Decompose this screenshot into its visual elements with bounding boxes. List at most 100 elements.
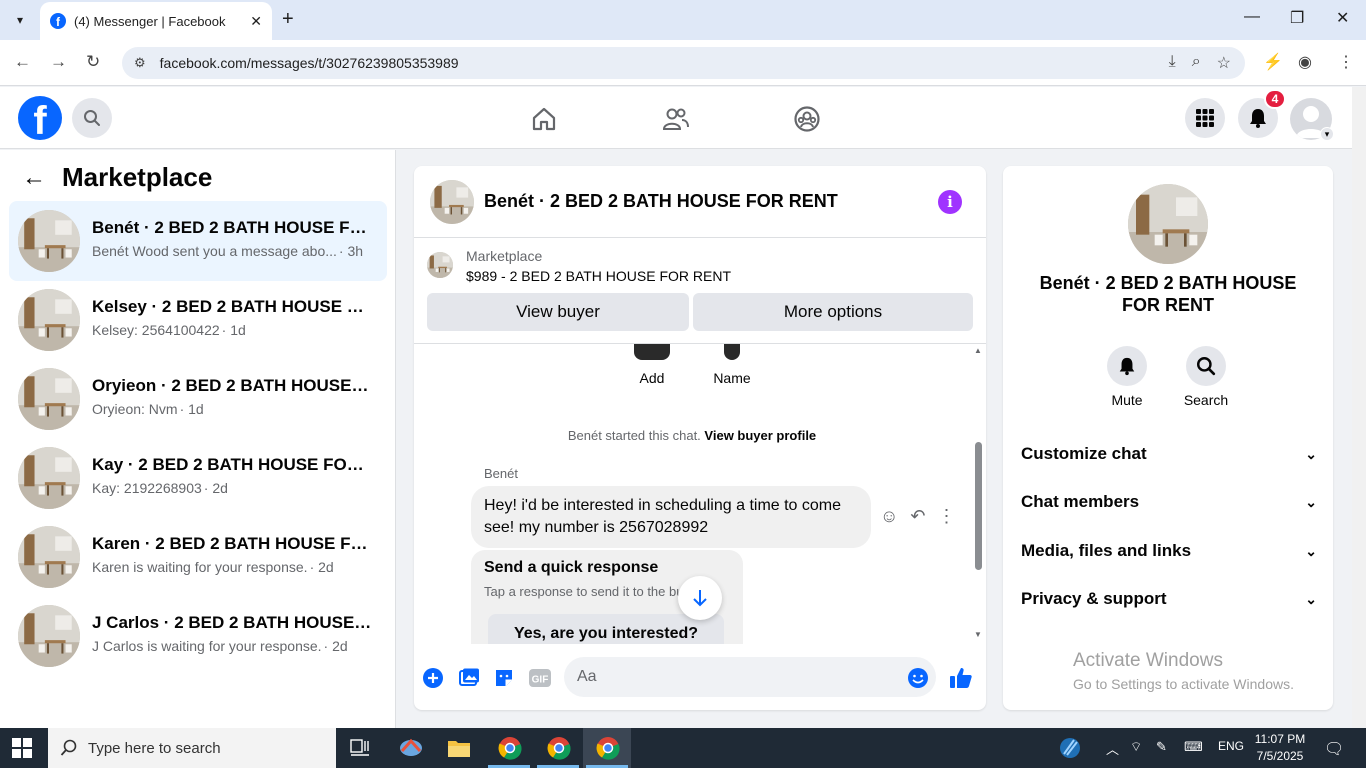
restore-icon[interactable]: ❐ bbox=[1290, 8, 1304, 28]
scroll-up-icon[interactable]: ▲ bbox=[974, 346, 982, 355]
emoji-icon[interactable] bbox=[906, 666, 930, 690]
chrome-icon[interactable] bbox=[496, 734, 524, 762]
network-icon[interactable]: ⌔ bbox=[1130, 739, 1142, 755]
listing-thumbnail[interactable] bbox=[427, 252, 453, 278]
reply-icon[interactable]: ↶ bbox=[910, 506, 925, 527]
thumbs-up-icon[interactable] bbox=[949, 666, 973, 690]
conversation-item[interactable]: Oryieon · 2 BED 2 BATH HOUSE FOR RENT Ory… bbox=[9, 359, 387, 439]
language-indicator[interactable]: ENG bbox=[1218, 739, 1244, 753]
conversation-item[interactable]: Benét · 2 BED 2 BATH HOUSE FOR RENT Benét… bbox=[9, 201, 387, 281]
back-arrow-icon[interactable]: ← bbox=[22, 164, 46, 192]
windows-taskbar: Type here to search ︿ ⌔ ✎ ⌨ ENG 11:07 PM… bbox=[0, 728, 1366, 768]
reload-icon[interactable]: ↻ bbox=[86, 52, 100, 72]
room-photo-icon bbox=[427, 252, 453, 278]
new-tab-icon[interactable]: + bbox=[282, 8, 294, 31]
chrome-profile-icon[interactable] bbox=[545, 734, 573, 762]
account-chevron-icon[interactable]: ▾ bbox=[1320, 127, 1334, 141]
home-nav-button[interactable] bbox=[528, 103, 560, 135]
forward-icon[interactable]: → bbox=[50, 52, 67, 72]
photo-icon[interactable] bbox=[457, 666, 481, 690]
message-bubble[interactable]: Hey! i'd be interested in scheduling a t… bbox=[471, 486, 871, 548]
more-icon[interactable]: ⋮ bbox=[937, 506, 955, 527]
info-icon[interactable]: i bbox=[938, 190, 962, 214]
task-view-icon[interactable] bbox=[346, 734, 374, 762]
room-photo-icon bbox=[18, 605, 80, 667]
install-app-icon[interactable]: ⤓ bbox=[1169, 53, 1176, 73]
message-input[interactable]: Aa bbox=[564, 657, 936, 697]
chrome-active-icon[interactable] bbox=[594, 734, 622, 762]
search-conversation-button[interactable]: Search bbox=[1171, 346, 1241, 408]
quick-response-option[interactable]: Yes, are you interested? bbox=[488, 614, 724, 644]
friends-nav-button[interactable] bbox=[659, 103, 691, 135]
chat-title[interactable]: Benét · 2 BED 2 BATH HOUSE FOR RENT bbox=[484, 191, 838, 212]
view-buyer-profile-link[interactable]: View buyer profile bbox=[704, 428, 816, 443]
privacy-support-row[interactable]: Privacy & support ⌄ bbox=[1021, 579, 1317, 619]
url-field[interactable]: ⚙ facebook.com/messages/t/30276239805353… bbox=[122, 47, 1245, 79]
details-avatar[interactable] bbox=[1128, 184, 1208, 264]
plus-icon[interactable] bbox=[421, 666, 445, 690]
fb-search-button[interactable] bbox=[72, 98, 112, 138]
tab-search-dropdown-icon[interactable]: ▾ bbox=[6, 6, 34, 34]
conversation-name: Oryieon · 2 BED 2 BATH HOUSE FOR RENT bbox=[92, 376, 372, 395]
add-action[interactable]: Add bbox=[612, 344, 692, 386]
chat-scrollbar[interactable]: ▲ ▼ bbox=[972, 344, 986, 644]
browser-menu-icon[interactable]: ⋮ bbox=[1338, 52, 1354, 72]
zoom-icon[interactable]: ⌕ bbox=[1192, 53, 1201, 73]
bookmark-star-icon[interactable]: ☆ bbox=[1217, 53, 1231, 73]
site-settings-icon[interactable]: ⚙ bbox=[134, 55, 146, 71]
listing-title[interactable]: $989 - 2 BED 2 BATH HOUSE FOR RENT bbox=[466, 268, 731, 284]
sender-name: Benét bbox=[484, 466, 518, 481]
browser-tab[interactable]: f (4) Messenger | Facebook ✕ bbox=[40, 2, 272, 40]
preview-text: Karen is waiting for your response. bbox=[92, 559, 308, 575]
scroll-down-icon[interactable]: ▼ bbox=[974, 630, 982, 639]
room-photo-icon bbox=[1128, 184, 1208, 264]
chat-header: Benét · 2 BED 2 BATH HOUSE FOR RENT i bbox=[414, 166, 986, 238]
keyboard-icon[interactable]: ⌨ bbox=[1184, 739, 1203, 755]
page-scrollbar[interactable] bbox=[1352, 87, 1366, 728]
tab-close-icon[interactable]: ✕ bbox=[250, 13, 262, 30]
windows-start-icon[interactable] bbox=[12, 738, 32, 763]
clock[interactable]: 11:07 PM 7/5/2025 bbox=[1248, 731, 1312, 765]
facebook-logo-icon[interactable]: f bbox=[18, 96, 62, 140]
back-icon[interactable]: ← bbox=[14, 52, 31, 72]
conversation-name: J Carlos · 2 BED 2 BATH HOUSE FOR RENT bbox=[92, 613, 372, 632]
conversation-item[interactable]: J Carlos · 2 BED 2 BATH HOUSE FOR RENT J … bbox=[9, 596, 387, 676]
minimize-icon[interactable]: — bbox=[1244, 8, 1260, 26]
scroll-down-button[interactable] bbox=[678, 576, 722, 620]
chat-scroll-thumb[interactable] bbox=[975, 442, 982, 570]
message-actions: ☺ ↶ ⋮ bbox=[880, 506, 955, 527]
more-options-button[interactable]: More options bbox=[693, 293, 973, 331]
chat-avatar[interactable] bbox=[430, 180, 474, 224]
preview-time: · 1d bbox=[179, 401, 204, 417]
app-icon[interactable] bbox=[397, 734, 425, 762]
view-buyer-button[interactable]: View buyer bbox=[427, 293, 689, 331]
conversation-item[interactable]: Kelsey · 2 BED 2 BATH HOUSE FOR RENT Kels… bbox=[9, 280, 387, 360]
conversation-item[interactable]: Karen · 2 BED 2 BATH HOUSE FOR RENT Karen… bbox=[9, 517, 387, 597]
name-action[interactable]: Name bbox=[692, 344, 772, 386]
search-label: Search bbox=[1183, 392, 1229, 408]
conversation-item[interactable]: Kay · 2 BED 2 BATH HOUSE FOR RENT Kay: 21… bbox=[9, 438, 387, 518]
profile-icon[interactable]: ◉ bbox=[1298, 52, 1312, 72]
pen-icon[interactable]: ✎ bbox=[1156, 739, 1167, 755]
extensions-icon[interactable]: ⚡ bbox=[1263, 52, 1283, 72]
window-close-icon[interactable]: ✕ bbox=[1336, 8, 1349, 28]
watermark-subtitle: Go to Settings to activate Windows. bbox=[1073, 676, 1294, 692]
search-icon bbox=[60, 739, 77, 756]
groups-nav-button[interactable] bbox=[791, 103, 823, 135]
file-explorer-icon[interactable] bbox=[445, 734, 473, 762]
customize-chat-row[interactable]: Customize chat ⌄ bbox=[1021, 434, 1317, 474]
conversation-avatar bbox=[18, 605, 80, 667]
gif-icon[interactable]: GIF bbox=[527, 666, 553, 690]
conversation-avatar bbox=[18, 210, 80, 272]
react-icon[interactable]: ☺ bbox=[880, 506, 898, 527]
sticker-icon[interactable] bbox=[492, 666, 516, 690]
cricket-app-icon[interactable] bbox=[1056, 734, 1084, 762]
show-hidden-icons[interactable]: ︿ bbox=[1106, 739, 1119, 758]
notification-center-icon[interactable]: 🗨 bbox=[1324, 739, 1344, 759]
taskbar-search[interactable]: Type here to search bbox=[48, 728, 336, 768]
menu-button[interactable] bbox=[1185, 98, 1225, 138]
chat-details-panel: Benét · 2 BED 2 BATH HOUSE FOR RENT Mute… bbox=[1003, 166, 1333, 710]
chat-members-row[interactable]: Chat members ⌄ bbox=[1021, 482, 1317, 522]
mute-button[interactable]: Mute bbox=[1092, 346, 1162, 408]
media-files-row[interactable]: Media, files and links ⌄ bbox=[1021, 531, 1317, 571]
